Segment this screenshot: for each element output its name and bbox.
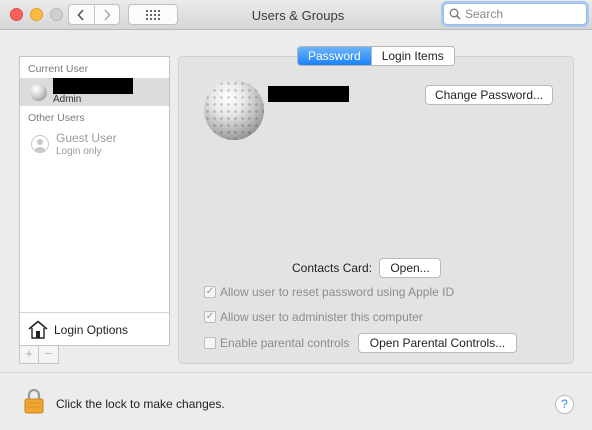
search-input[interactable] <box>465 7 575 21</box>
guest-user-name: Guest User <box>56 131 117 145</box>
reset-password-apple-id-label: Allow user to reset password using Apple… <box>220 285 455 299</box>
users-sidebar: Current User Admin Other Users Guest Use… <box>19 56 170 346</box>
search-icon <box>449 8 461 20</box>
footer-divider <box>0 372 592 373</box>
current-user-role: Admin <box>53 94 82 105</box>
golf-ball-avatar <box>30 84 47 101</box>
back-forward-group <box>68 4 120 25</box>
parental-controls-label: Enable parental controls <box>220 336 350 350</box>
house-icon <box>28 320 48 339</box>
chevron-right-icon <box>104 8 111 21</box>
open-contacts-card-button[interactable]: Open... <box>379 258 441 278</box>
redacted-user-name <box>268 86 349 102</box>
login-options-label: Login Options <box>54 322 129 337</box>
administer-computer-checkbox[interactable]: ✓ <box>204 311 216 323</box>
help-button[interactable]: ? <box>555 395 574 414</box>
title-bar: Users & Groups <box>0 0 592 30</box>
minimize-button[interactable] <box>30 8 43 21</box>
reset-password-apple-id-row: ✓ Allow user to reset password using App… <box>204 285 454 299</box>
open-parental-controls-button[interactable]: Open Parental Controls... <box>358 333 517 353</box>
tab-password[interactable]: Password <box>298 47 371 65</box>
zoom-button[interactable] <box>50 8 63 21</box>
contacts-card-label: Contacts Card: <box>292 261 373 275</box>
add-user-button[interactable]: + <box>19 346 39 364</box>
redacted-username <box>53 78 133 94</box>
change-password-button[interactable]: Change Password... <box>425 85 553 105</box>
show-all-button[interactable] <box>128 4 178 25</box>
guest-user-sub: Login only <box>56 146 102 157</box>
other-users-header: Other Users <box>28 112 85 124</box>
user-avatar[interactable] <box>204 80 264 140</box>
back-button[interactable] <box>69 5 94 24</box>
search-box[interactable] <box>443 3 587 25</box>
lock-instruction-text: Click the lock to make changes. <box>56 397 225 411</box>
tab-login-items[interactable]: Login Items <box>370 47 454 65</box>
login-options-item[interactable]: Login Options <box>20 312 169 346</box>
administer-computer-label: Allow user to administer this computer <box>220 310 423 324</box>
window-title: Users & Groups <box>251 8 345 23</box>
current-user-header: Current User <box>28 63 89 75</box>
grid-icon <box>146 9 160 20</box>
close-button[interactable] <box>10 8 23 21</box>
forward-button[interactable] <box>93 5 119 24</box>
reset-password-apple-id-checkbox[interactable]: ✓ <box>204 286 216 298</box>
parental-controls-checkbox[interactable] <box>204 337 216 349</box>
lock-icon[interactable] <box>24 388 44 414</box>
sidebar-item-current-user[interactable]: Admin <box>20 78 169 106</box>
chevron-left-icon <box>77 8 85 21</box>
guest-user-icon <box>31 135 49 153</box>
parental-controls-row: Enable parental controls <box>204 336 349 350</box>
tab-bar: Password Login Items <box>297 46 455 66</box>
remove-user-button[interactable]: − <box>39 346 59 364</box>
administer-computer-row: ✓ Allow user to administer this computer <box>204 310 423 324</box>
add-remove-controls: + − <box>19 346 59 364</box>
